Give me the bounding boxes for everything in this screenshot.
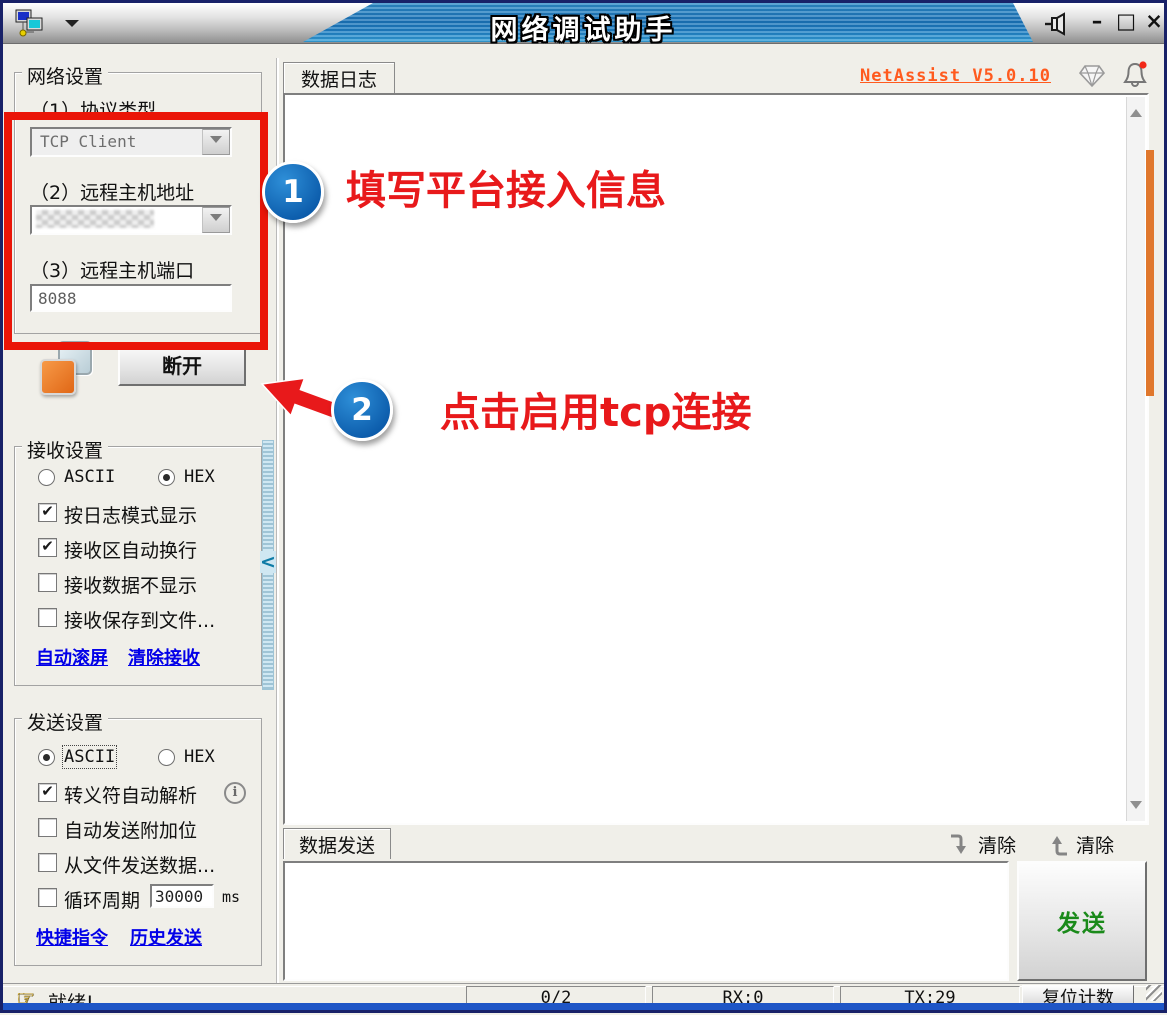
minimize-button[interactable]: –	[1085, 7, 1109, 35]
auto-wrap-checkbox[interactable]: ✔	[38, 538, 57, 557]
cycle-unit-label: ms	[222, 888, 240, 906]
network-settings-title: 网络设置	[22, 62, 108, 89]
connection-status-orange-square-icon	[40, 359, 76, 395]
send-button-label: 发送	[1057, 904, 1107, 938]
app-network-icon[interactable]	[13, 8, 53, 38]
auto-scroll-link[interactable]: 自动滚屏	[36, 644, 108, 670]
resize-grip[interactable]	[1146, 985, 1162, 1001]
window-bottom-band	[3, 1003, 1164, 1010]
send-from-file-label[interactable]: 从文件发送数据...	[64, 851, 215, 878]
tab-data-log[interactable]: 数据日志	[283, 62, 395, 94]
annotation-step2-text: 点击启用tcp连接	[440, 380, 751, 438]
send-from-file-checkbox[interactable]	[38, 853, 57, 872]
hide-received-checkbox[interactable]	[38, 573, 57, 592]
auto-wrap-label[interactable]: 接收区自动换行	[64, 536, 197, 563]
log-mode-checkbox[interactable]: ✔	[38, 503, 57, 522]
version-link[interactable]: NetAssist V5.0.10	[860, 66, 1051, 86]
receive-ascii-label[interactable]: ASCII	[64, 467, 115, 487]
info-icon[interactable]: i	[224, 782, 246, 804]
annotation-step1-text: 填写平台接入信息	[346, 158, 666, 216]
titlebar[interactable]: 网络调试助手 – □ ×	[3, 3, 1164, 44]
history-send-link[interactable]: 历史发送	[130, 924, 202, 950]
scroll-up-icon[interactable]	[1130, 103, 1142, 117]
receive-hex-label[interactable]: HEX	[184, 467, 215, 487]
send-hex-radio[interactable]	[158, 749, 175, 766]
send-ascii-label[interactable]: ASCII	[64, 747, 115, 767]
clear-send-button-label: 清除	[1076, 831, 1114, 858]
app-menu-caret-icon[interactable]	[65, 20, 79, 34]
netassist-window: { "titlebar": { "title": "网络调试助手", "mini…	[0, 0, 1167, 1013]
collapse-left-icon[interactable]: <	[260, 551, 276, 573]
pin-icon[interactable]	[1043, 12, 1069, 36]
diamond-icon[interactable]	[1078, 63, 1106, 89]
arrow-down-icon	[948, 833, 972, 857]
clear-send-button[interactable]: 清除	[1046, 831, 1114, 858]
hide-received-label[interactable]: 接收数据不显示	[64, 571, 197, 598]
status-ready-text: 就绪!	[48, 988, 94, 1015]
receive-hex-radio[interactable]	[158, 469, 175, 486]
send-ascii-radio[interactable]	[38, 749, 55, 766]
receive-ascii-radio[interactable]	[38, 469, 55, 486]
maximize-button[interactable]: □	[1114, 7, 1138, 35]
window-title: 网络调试助手	[3, 8, 1164, 47]
panel-splitter-handle[interactable]: <	[262, 440, 274, 690]
close-button[interactable]: ×	[1142, 7, 1166, 35]
annotation-edge-stripe	[1146, 150, 1154, 396]
save-to-file-label[interactable]: 接收保存到文件...	[64, 606, 215, 633]
cycle-send-checkbox[interactable]	[38, 888, 57, 907]
notification-bell-icon[interactable]	[1120, 60, 1150, 90]
annotation-step1-badge: 1	[262, 161, 324, 223]
save-to-file-checkbox[interactable]	[38, 608, 57, 627]
notification-dot	[1139, 61, 1146, 68]
cycle-period-input[interactable]	[150, 884, 214, 908]
receive-settings-title: 接收设置	[22, 436, 108, 463]
send-settings-title: 发送设置	[22, 708, 108, 735]
annotation-highlight-box	[4, 112, 268, 350]
log-scrollbar[interactable]	[1126, 97, 1145, 821]
escape-parse-checkbox[interactable]: ✔	[38, 783, 57, 802]
arrow-up-icon	[1046, 833, 1070, 857]
scroll-down-icon[interactable]	[1130, 801, 1142, 815]
escape-parse-label[interactable]: 转义符自动解析	[64, 781, 197, 808]
cycle-send-label[interactable]: 循环周期	[64, 886, 140, 913]
append-bits-checkbox[interactable]	[38, 818, 57, 837]
append-bits-label[interactable]: 自动发送附加位	[64, 816, 197, 843]
annotation-step2-badge: 2	[331, 379, 393, 441]
send-hex-label[interactable]: HEX	[184, 747, 215, 767]
log-mode-label[interactable]: 按日志模式显示	[64, 501, 197, 528]
clear-receive-link[interactable]: 清除接收	[128, 644, 200, 670]
send-button[interactable]: 发送	[1017, 861, 1147, 981]
tab-data-send[interactable]: 数据发送	[283, 828, 391, 859]
clear-receive-button[interactable]: 清除	[948, 831, 1016, 858]
clear-receive-button-label: 清除	[978, 831, 1016, 858]
shortcut-commands-link[interactable]: 快捷指令	[36, 924, 108, 950]
send-input[interactable]	[283, 861, 1009, 981]
